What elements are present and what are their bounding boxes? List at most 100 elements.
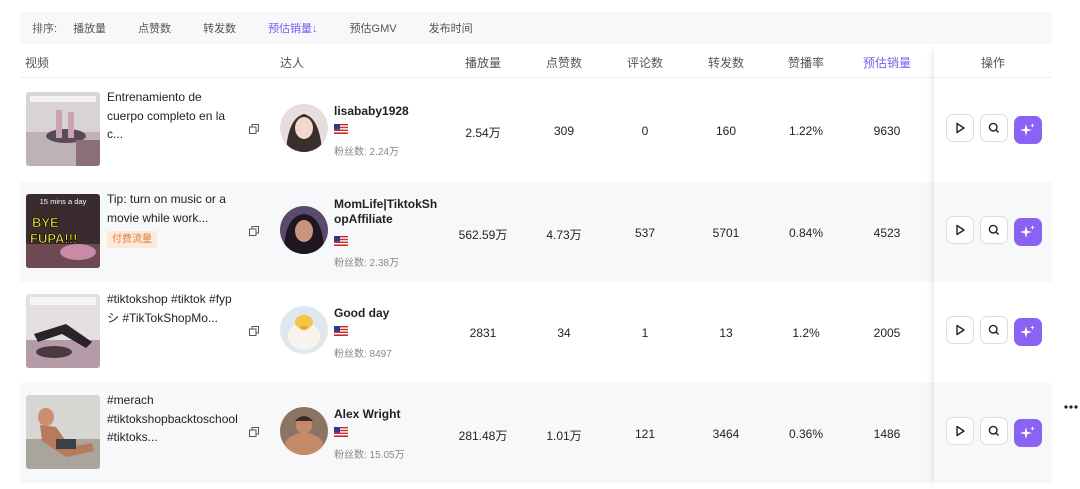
sort-option-est-sales[interactable]: 预估销量↓ (252, 20, 334, 36)
video-title[interactable]: Entrenamiento de cuerpo completo en la c… (107, 88, 232, 144)
table-row: #merach #tiktokshopbacktoschool #tiktoks… (20, 383, 1052, 483)
video-thumbnail[interactable]: 15 mins a day BYE FUPA!!! (26, 194, 100, 268)
shares-value: 13 (719, 326, 733, 340)
video-title-text: Tip: turn on music or a movie while work… (107, 192, 226, 225)
comments-value: 121 (634, 427, 656, 441)
plays-value: 562.59万 (458, 228, 508, 242)
us-flag-icon (334, 427, 348, 437)
ai-analysis-button[interactable] (1014, 116, 1042, 144)
col-plays[interactable]: 播放量 (465, 54, 501, 71)
us-flag-icon (334, 124, 348, 134)
search-button[interactable] (980, 114, 1008, 142)
ai-sparkle-icon (1020, 325, 1035, 338)
likes-value: 34 (557, 326, 571, 340)
fans-count: 粉丝数: 2.38万 (334, 258, 400, 269)
video-thumbnail[interactable] (26, 294, 100, 368)
plays-value: 2831 (469, 326, 497, 340)
sort-label: 排序: (32, 23, 58, 35)
thumb-caption-top: 15 mins a day (40, 197, 87, 206)
ai-sparkle-icon (1020, 225, 1035, 238)
est-sales-value: 1486 (873, 427, 901, 441)
avatar[interactable] (280, 206, 328, 254)
table-row: #tiktokshop #tiktok #fypシ #TikTokShopMo.… (20, 282, 1052, 382)
play-button[interactable] (946, 417, 974, 445)
thumb-caption-bot: FUPA!!! (30, 231, 77, 246)
paid-traffic-badge: 付费流量 (107, 231, 157, 248)
sort-option-publish-time[interactable]: 发布时间 (413, 20, 489, 36)
video-thumbnail[interactable] (26, 395, 100, 469)
search-button[interactable] (980, 417, 1008, 445)
plays-value: 281.48万 (458, 429, 508, 443)
col-comments[interactable]: 评论数 (627, 54, 663, 71)
copy-icon[interactable] (249, 124, 259, 134)
video-title[interactable]: Tip: turn on music or a movie while work… (107, 190, 232, 248)
like-rate-value: 0.36% (788, 427, 824, 441)
avatar[interactable] (280, 104, 328, 152)
like-rate-value: 0.84% (788, 226, 824, 240)
like-rate-value: 1.22% (788, 124, 824, 138)
search-icon (988, 224, 999, 235)
col-video: 视频 (25, 56, 50, 70)
sort-option-likes[interactable]: 点赞数 (122, 20, 187, 36)
ai-analysis-button[interactable] (1014, 318, 1042, 346)
avatar[interactable] (280, 306, 328, 354)
us-flag-icon (334, 236, 348, 246)
likes-value: 309 (553, 124, 575, 138)
play-icon (956, 425, 965, 437)
comments-value: 1 (641, 326, 649, 340)
play-button[interactable] (946, 316, 974, 344)
est-sales-value: 9630 (873, 124, 901, 138)
fans-count: 粉丝数: 15.05万 (334, 450, 405, 461)
likes-value: 1.01万 (546, 429, 582, 443)
avatar[interactable] (280, 407, 328, 455)
col-est-sales[interactable]: 预估销量 (863, 54, 911, 71)
shares-value: 5701 (712, 226, 740, 240)
comments-value: 0 (641, 124, 649, 138)
copy-icon[interactable] (249, 326, 259, 336)
comments-value: 537 (634, 226, 656, 240)
shares-value: 160 (715, 124, 737, 138)
search-icon (988, 324, 999, 335)
copy-icon[interactable] (249, 427, 259, 437)
est-sales-value: 2005 (873, 326, 901, 340)
search-button[interactable] (980, 316, 1008, 344)
col-like-rate[interactable]: 赞播率 (788, 54, 824, 71)
ai-sparkle-icon (1020, 426, 1035, 439)
likes-value: 4.73万 (546, 228, 582, 242)
shares-value: 3464 (712, 427, 740, 441)
table-row: 15 mins a day BYE FUPA!!! Tip: turn on m… (20, 182, 1052, 282)
plays-value: 2.54万 (465, 126, 501, 140)
us-flag-icon (334, 326, 348, 336)
fans-count: 粉丝数: 8497 (334, 349, 392, 360)
creator-name[interactable]: lisababy1928 (334, 104, 438, 119)
video-title-text: #merach #tiktokshopbacktoschool #tiktoks… (107, 393, 238, 444)
col-likes[interactable]: 点赞数 (546, 54, 582, 71)
creator-name[interactable]: Good day (334, 306, 438, 321)
like-rate-value: 1.2% (792, 326, 820, 340)
search-icon (988, 122, 999, 133)
play-icon (956, 324, 965, 336)
copy-icon[interactable] (249, 226, 259, 236)
video-title[interactable]: #merach #tiktokshopbacktoschool #tiktoks… (107, 391, 238, 447)
play-icon (956, 224, 965, 236)
play-button[interactable] (946, 216, 974, 244)
ai-analysis-button[interactable] (1014, 218, 1042, 246)
sort-option-est-gmv[interactable]: 预估GMV (334, 20, 413, 36)
sort-option-shares[interactable]: 转发数 (187, 20, 252, 36)
more-dots-icon[interactable] (1063, 404, 1079, 410)
video-thumbnail[interactable] (26, 92, 100, 166)
play-icon (956, 122, 965, 134)
video-title-text: Entrenamiento de cuerpo completo en la c… (107, 90, 226, 141)
ai-analysis-button[interactable] (1014, 419, 1042, 447)
creator-name[interactable]: MomLife|TiktokShopAffiliate (334, 197, 438, 227)
play-button[interactable] (946, 114, 974, 142)
est-sales-value: 4523 (873, 226, 901, 240)
thumb-caption-mid: BYE (32, 215, 59, 230)
sort-option-plays[interactable]: 播放量 (67, 20, 122, 36)
video-title[interactable]: #tiktokshop #tiktok #fypシ #TikTokShopMo.… (107, 290, 232, 327)
search-button[interactable] (980, 216, 1008, 244)
col-shares[interactable]: 转发数 (708, 54, 744, 71)
col-creator: 达人 (280, 56, 305, 70)
creator-name[interactable]: Alex Wright (334, 407, 438, 422)
table-row: Entrenamiento de cuerpo completo en la c… (20, 80, 1052, 180)
